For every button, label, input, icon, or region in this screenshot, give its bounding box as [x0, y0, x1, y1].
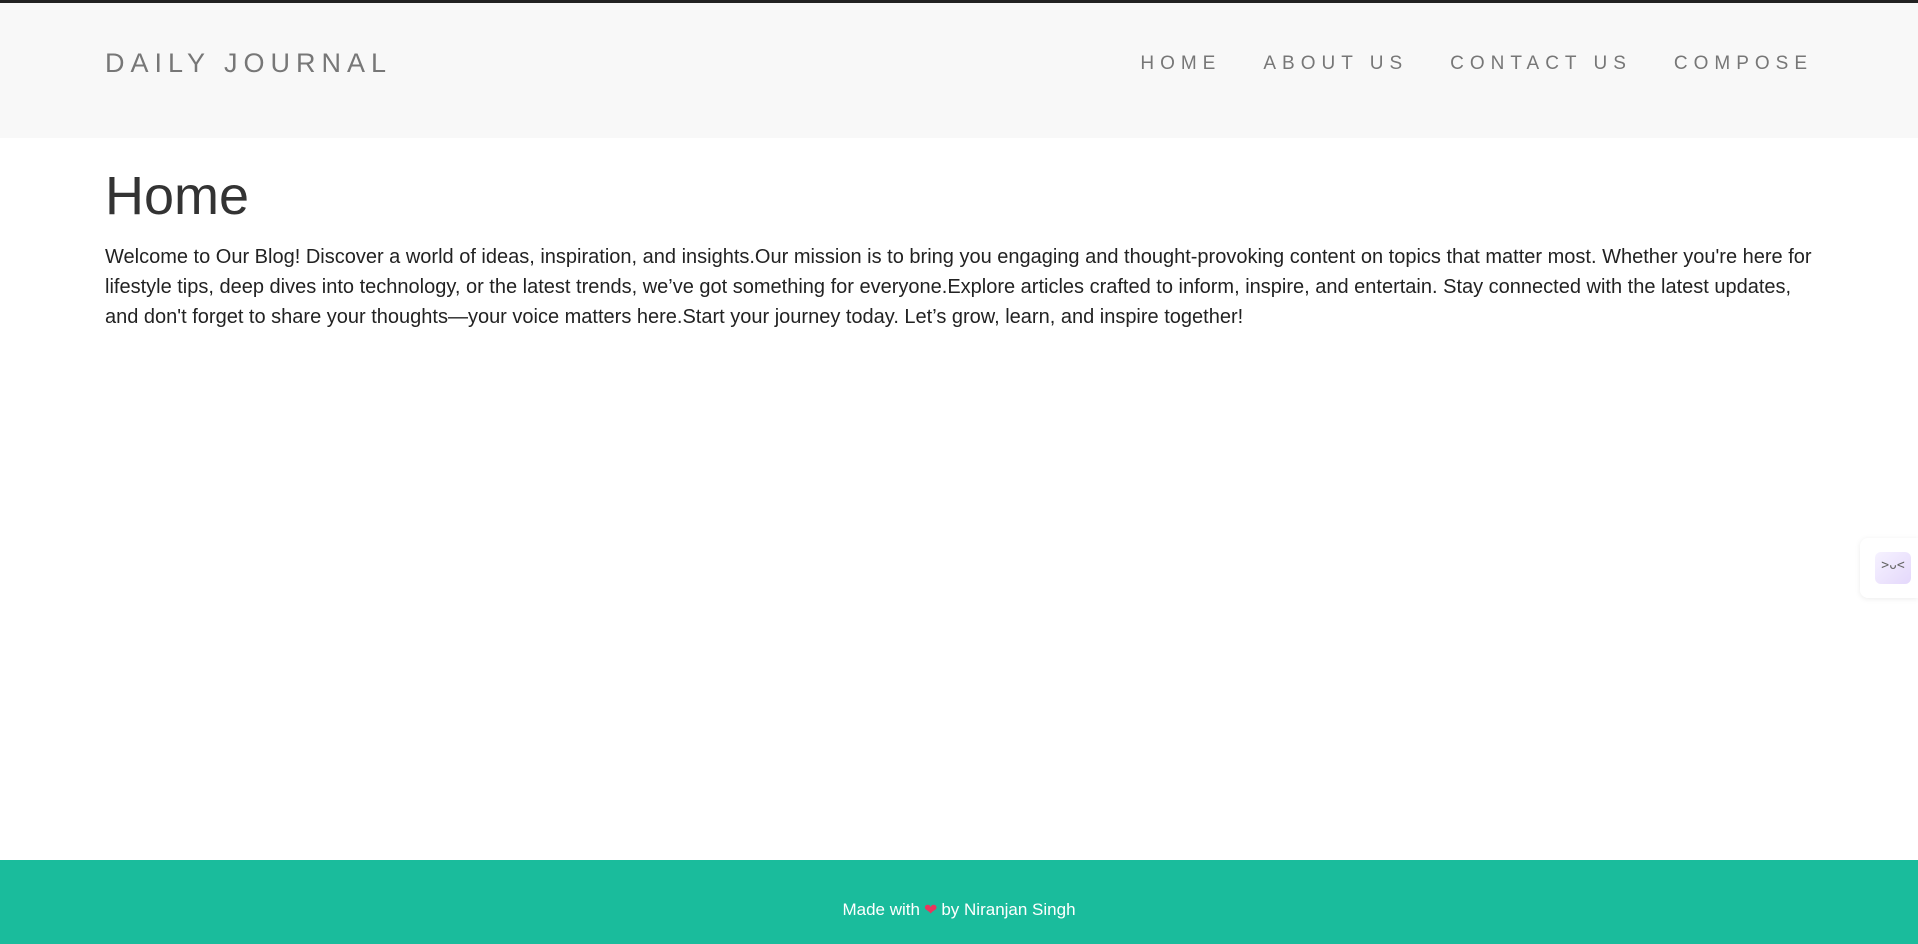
nav-contact-us[interactable]: CONTACT US: [1450, 52, 1632, 76]
footer-prefix: Made with: [842, 900, 920, 919]
footer: Made with ❤ by Niranjan Singh: [0, 860, 1918, 944]
nav-about-us[interactable]: ABOUT US: [1263, 52, 1408, 76]
nav-home[interactable]: HOME: [1140, 52, 1221, 76]
footer-author: by Niranjan Singh: [941, 900, 1076, 919]
nav-compose[interactable]: COMPOSE: [1674, 52, 1813, 76]
side-widget[interactable]: >ᴗ<: [1860, 538, 1918, 598]
intro-paragraph: Welcome to Our Blog! Discover a world of…: [105, 246, 1812, 328]
nav-links: HOME ABOUT US CONTACT US COMPOSE: [1098, 52, 1813, 76]
sleepy-face-icon[interactable]: >ᴗ<: [1875, 552, 1911, 584]
main-content: Home Welcome to Our Blog! Discover a wor…: [105, 160, 1813, 332]
heart-icon: ❤: [923, 902, 938, 919]
page: DAILY JOURNAL HOME ABOUT US CONTACT US C…: [0, 0, 1918, 944]
page-title: Home: [105, 166, 250, 226]
footer-credit: Made with ❤ by Niranjan Singh: [0, 900, 1918, 921]
brand-logo[interactable]: DAILY JOURNAL: [105, 47, 392, 79]
navbar: DAILY JOURNAL HOME ABOUT US CONTACT US C…: [0, 3, 1918, 138]
